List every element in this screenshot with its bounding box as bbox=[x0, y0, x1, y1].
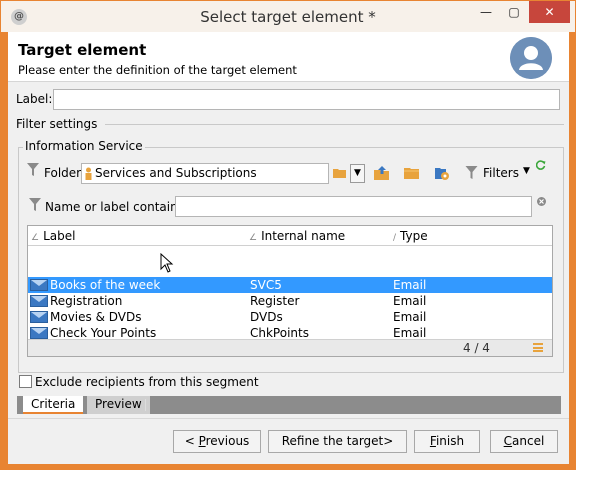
row-type: Email bbox=[393, 326, 427, 340]
row-internal-name: DVDs bbox=[250, 310, 283, 324]
previous-mnemonic: P bbox=[198, 434, 206, 448]
filters-dropdown-icon[interactable]: ▼ bbox=[523, 166, 530, 176]
refresh-icon[interactable] bbox=[536, 160, 546, 170]
table-row[interactable]: Books of the week SVC5 Email bbox=[28, 277, 552, 293]
row-label: Check Your Points bbox=[50, 326, 157, 340]
row-internal-name: ChkPoints bbox=[250, 326, 309, 340]
title-bar[interactable]: @ Select target element * — ▢ ✕ bbox=[1, 1, 575, 32]
folder-icon[interactable] bbox=[404, 166, 420, 180]
services-table: ∠ Label ∠ Internal name ∕ Type Books of the… bbox=[27, 225, 553, 357]
filters-button[interactable]: Filters bbox=[483, 166, 519, 180]
name-filter-caption: Name or label contains: bbox=[45, 200, 188, 214]
column-header-internal-name[interactable]: ∠ Internal name bbox=[249, 229, 345, 243]
filter-settings-caption: Filter settings bbox=[16, 117, 98, 131]
column-header-internal-name-text: Internal name bbox=[261, 229, 346, 243]
row-label: Registration bbox=[50, 294, 123, 308]
row-counter: 4 / 4 bbox=[463, 341, 490, 355]
cancel-rest: ancel bbox=[512, 434, 545, 448]
clear-filter-icon[interactable] bbox=[537, 197, 546, 206]
name-filter-input[interactable] bbox=[175, 196, 532, 217]
row-type: Email bbox=[393, 294, 427, 308]
tab-strip: Criteria Preview bbox=[17, 396, 561, 414]
tab-preview[interactable]: Preview bbox=[87, 396, 150, 414]
open-folder-icon[interactable] bbox=[333, 167, 347, 179]
service-folder-icon bbox=[85, 167, 92, 180]
page-subtitle: Please enter the definition of the targe… bbox=[18, 63, 297, 77]
filter-funnel-icon bbox=[27, 163, 39, 176]
folder-field[interactable]: Services and Subscriptions bbox=[81, 163, 329, 184]
finish-button[interactable]: Finish bbox=[414, 430, 480, 453]
table-footer: 4 / 4 bbox=[28, 339, 552, 356]
sort-icon: ∠ bbox=[249, 233, 258, 243]
email-service-icon bbox=[30, 327, 48, 339]
information-service-caption: Information Service bbox=[23, 139, 145, 153]
filter-settings-divider bbox=[105, 124, 564, 125]
page-title: Target element bbox=[18, 41, 147, 59]
email-service-icon bbox=[30, 311, 48, 323]
previous-button[interactable]: < Previous bbox=[173, 430, 261, 453]
cancel-mnemonic: C bbox=[503, 434, 513, 448]
row-internal-name: Register bbox=[250, 294, 300, 308]
email-service-icon bbox=[30, 295, 48, 307]
folder-value: Services and Subscriptions bbox=[95, 166, 257, 180]
column-menu-icon[interactable] bbox=[533, 343, 543, 352]
dialog-body: Target element Please enter the definiti… bbox=[8, 32, 569, 464]
folder-dropdown-button[interactable]: ▼ bbox=[350, 164, 365, 183]
tab-criteria[interactable]: Criteria bbox=[23, 396, 84, 414]
minimize-button[interactable]: — bbox=[472, 1, 500, 23]
previous-rest: revious bbox=[205, 434, 250, 448]
row-type: Email bbox=[393, 310, 427, 324]
column-header-label[interactable]: ∠ Label bbox=[31, 229, 75, 243]
column-header-type-text: Type bbox=[400, 229, 428, 243]
previous-prefix: < bbox=[184, 434, 199, 448]
name-filter-funnel-icon bbox=[29, 198, 41, 211]
table-header: ∠ Label ∠ Internal name ∕ Type bbox=[28, 226, 552, 246]
sort-icon: ∠ bbox=[31, 233, 40, 243]
user-avatar-icon bbox=[510, 37, 552, 79]
exclude-recipients-checkbox[interactable] bbox=[19, 375, 32, 388]
filters-funnel-icon[interactable] bbox=[465, 166, 478, 180]
maximize-button[interactable]: ▢ bbox=[500, 1, 528, 23]
folder-up-icon[interactable] bbox=[374, 165, 390, 181]
label-input[interactable] bbox=[53, 89, 560, 110]
row-label: Movies & DVDs bbox=[50, 310, 142, 324]
tab-separator bbox=[145, 399, 146, 411]
exclude-recipients-label: Exclude recipients from this segment bbox=[35, 375, 259, 389]
cancel-button[interactable]: Cancel bbox=[490, 430, 558, 453]
label-caption: Label: bbox=[16, 92, 53, 106]
row-internal-name: SVC5 bbox=[250, 278, 282, 292]
folder-settings-icon[interactable] bbox=[434, 165, 450, 181]
close-button[interactable]: ✕ bbox=[529, 1, 570, 23]
header-band: Target element Please enter the definiti… bbox=[8, 32, 569, 82]
dialog-window: @ Select target element * — ▢ ✕ Target e… bbox=[0, 0, 576, 470]
mouse-cursor-icon bbox=[160, 253, 174, 273]
email-service-icon bbox=[30, 279, 48, 291]
column-header-label-text: Label bbox=[43, 229, 76, 243]
finish-rest: inish bbox=[435, 434, 465, 448]
folder-caption: Folder: bbox=[44, 166, 85, 180]
sort-icon: ∕ bbox=[393, 233, 397, 243]
footer-divider bbox=[8, 418, 569, 419]
column-header-type[interactable]: ∕ Type bbox=[393, 229, 428, 243]
row-type: Email bbox=[393, 278, 427, 292]
refine-target-button[interactable]: Refine the target> bbox=[268, 430, 407, 453]
table-row[interactable]: Movies & DVDs DVDs Email bbox=[28, 309, 552, 325]
table-row[interactable]: Registration Register Email bbox=[28, 293, 552, 309]
row-label: Books of the week bbox=[50, 278, 161, 292]
